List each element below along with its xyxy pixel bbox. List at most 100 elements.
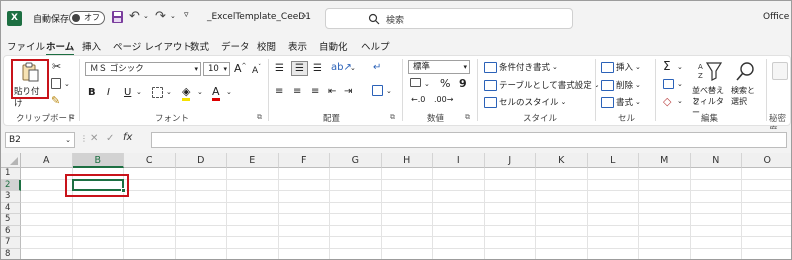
font-color-icon[interactable]: A bbox=[212, 85, 220, 101]
tab-automate[interactable]: 自動化 bbox=[319, 39, 348, 53]
row-header-2[interactable]: 2 bbox=[1, 179, 21, 191]
bottom-align-icon[interactable]: ☰ bbox=[313, 63, 322, 74]
row-header-5[interactable]: 5 bbox=[1, 214, 21, 226]
comma-style-button[interactable]: 9 bbox=[459, 77, 467, 90]
row-header-6[interactable]: 6 bbox=[1, 225, 21, 237]
number-launcher-icon[interactable]: ⧉ bbox=[465, 113, 470, 122]
bold-button[interactable]: B bbox=[88, 87, 96, 98]
insert-cells-button[interactable]: 挿入 ⌄ bbox=[601, 61, 641, 73]
name-box[interactable]: B2 ⌄ bbox=[5, 132, 75, 148]
column-header-b[interactable]: B bbox=[72, 153, 124, 168]
fill-icon[interactable] bbox=[663, 79, 674, 92]
middle-align-icon[interactable]: ☰ bbox=[291, 61, 308, 76]
orientation-dropdown-icon[interactable]: ⌄ bbox=[350, 64, 356, 72]
wrap-text-icon[interactable]: ↵ bbox=[373, 62, 381, 73]
column-header-j[interactable]: J bbox=[484, 153, 536, 168]
row-header-1[interactable]: 1 bbox=[1, 168, 21, 180]
borders-icon[interactable] bbox=[152, 87, 163, 101]
font-color-dropdown-icon[interactable]: ⌄ bbox=[226, 88, 232, 96]
autosum-button[interactable]: Σ bbox=[663, 59, 671, 73]
increase-indent-icon[interactable]: ⇥ bbox=[344, 86, 352, 97]
merge-dropdown-icon[interactable]: ⌄ bbox=[386, 87, 392, 95]
cancel-entry-icon[interactable]: ✕ bbox=[90, 133, 98, 144]
sensitivity-icon[interactable] bbox=[772, 62, 788, 80]
fill-color-icon[interactable]: ◈ bbox=[182, 85, 191, 101]
column-header-g[interactable]: G bbox=[330, 153, 382, 168]
shrink-font-button[interactable]: Aˇ bbox=[252, 64, 261, 76]
row-header-3[interactable]: 3 bbox=[1, 191, 21, 203]
undo-icon[interactable]: ↶ bbox=[129, 9, 140, 24]
tab-view[interactable]: 表示 bbox=[288, 39, 307, 53]
decrease-indent-icon[interactable]: ⇤ bbox=[328, 86, 336, 97]
tab-help[interactable]: ヘルプ bbox=[361, 39, 390, 53]
column-header-a[interactable]: A bbox=[21, 153, 73, 168]
fill-dropdown-icon[interactable]: ⌄ bbox=[677, 80, 683, 88]
clipboard-launcher-icon[interactable]: ⧉ bbox=[69, 113, 74, 122]
search-box[interactable]: 検索 bbox=[325, 8, 573, 29]
column-header-l[interactable]: L bbox=[587, 153, 639, 168]
enter-entry-icon[interactable]: ✓ bbox=[106, 133, 114, 144]
grow-font-button[interactable]: A^ bbox=[234, 62, 247, 75]
accounting-dropdown-icon[interactable]: ⌄ bbox=[424, 80, 430, 88]
column-header-n[interactable]: N bbox=[690, 153, 742, 168]
increase-decimal-icon[interactable]: ←.0 bbox=[411, 95, 425, 104]
column-header-d[interactable]: D bbox=[175, 153, 227, 168]
borders-dropdown-icon[interactable]: ⌄ bbox=[166, 88, 172, 96]
redo-icon[interactable]: ↷ bbox=[155, 9, 166, 24]
column-header-m[interactable]: M bbox=[639, 153, 691, 168]
column-header-f[interactable]: F bbox=[278, 153, 330, 168]
delete-cells-button[interactable]: 削除 ⌄ bbox=[601, 79, 641, 91]
cut-icon[interactable]: ✂ bbox=[52, 60, 61, 73]
autosave-toggle[interactable]: オフ bbox=[69, 11, 105, 25]
row-header-4[interactable]: 4 bbox=[1, 202, 21, 214]
format-cells-button[interactable]: 書式 ⌄ bbox=[601, 96, 641, 108]
tab-page-layout[interactable]: ページ レイアウト bbox=[113, 39, 192, 53]
column-header-h[interactable]: H bbox=[381, 153, 433, 168]
font-size-select[interactable]: 10 ▾ bbox=[203, 62, 230, 76]
copy-dropdown-icon[interactable]: ⌄ bbox=[64, 80, 70, 88]
merge-center-icon[interactable] bbox=[372, 85, 383, 99]
underline-button[interactable]: U bbox=[124, 87, 131, 98]
font-name-select[interactable]: ＭＳ ゴシック ▾ bbox=[85, 62, 201, 76]
undo-dropdown-icon[interactable]: ⌄ bbox=[143, 12, 149, 20]
number-format-select[interactable]: 標準 ▾ bbox=[408, 60, 470, 74]
save-icon[interactable] bbox=[111, 10, 124, 24]
clear-dropdown-icon[interactable]: ⌄ bbox=[677, 97, 683, 105]
column-header-e[interactable]: E bbox=[227, 153, 279, 168]
fill-dropdown-icon[interactable]: ⌄ bbox=[197, 88, 203, 96]
align-left-icon[interactable]: ≡ bbox=[275, 86, 283, 97]
sort-filter-button[interactable]: A Z 並べ替えと フィルター bbox=[692, 59, 728, 117]
percent-button[interactable]: % bbox=[440, 77, 450, 90]
redo-dropdown-icon[interactable]: ⌄ bbox=[170, 12, 176, 20]
tab-file[interactable]: ファイル bbox=[7, 39, 45, 53]
insert-function-icon[interactable]: fx bbox=[123, 132, 132, 143]
column-header-o[interactable]: O bbox=[742, 153, 791, 168]
italic-button[interactable]: I bbox=[107, 87, 110, 98]
align-center-icon[interactable]: ≡ bbox=[293, 86, 301, 97]
format-painter-icon[interactable]: ✎ bbox=[51, 94, 60, 107]
format-as-table-button[interactable]: テーブルとして書式設定 ⌄ bbox=[484, 79, 600, 91]
row-header-7[interactable]: 7 bbox=[1, 237, 21, 249]
accounting-format-icon[interactable] bbox=[410, 78, 421, 90]
align-right-icon[interactable]: ≡ bbox=[311, 86, 319, 97]
column-header-k[interactable]: K bbox=[536, 153, 588, 168]
row-header-8[interactable]: 8 bbox=[1, 248, 21, 259]
tab-insert[interactable]: 挿入 bbox=[82, 39, 101, 53]
conditional-formatting-button[interactable]: 条件付き書式 ⌄ bbox=[484, 61, 558, 73]
file-name-more[interactable]: ··· bbox=[301, 12, 310, 22]
top-align-icon[interactable]: ☰ bbox=[275, 63, 284, 74]
tab-review[interactable]: 校閲 bbox=[257, 39, 276, 53]
file-name[interactable]: _ExcelTemplate_CeeD1 bbox=[207, 12, 311, 22]
underline-dropdown-icon[interactable]: ⌄ bbox=[136, 88, 142, 96]
copy-icon[interactable] bbox=[51, 78, 61, 92]
clear-icon[interactable]: ◇ bbox=[663, 95, 671, 108]
decrease-decimal-icon[interactable]: .00→ bbox=[434, 95, 453, 104]
select-all-corner[interactable] bbox=[1, 153, 21, 168]
tab-data[interactable]: データ bbox=[221, 39, 250, 53]
customize-qat-icon[interactable]: ▿ bbox=[184, 10, 189, 20]
column-header-i[interactable]: I bbox=[433, 153, 485, 168]
orientation-icon[interactable]: ab↗ bbox=[331, 62, 352, 73]
formula-input[interactable] bbox=[151, 132, 787, 148]
worksheet-grid[interactable]: ABCDEFGHIJKLMNO 12345678 bbox=[1, 153, 791, 259]
cell-styles-button[interactable]: セルのスタイル ⌄ bbox=[484, 96, 566, 108]
